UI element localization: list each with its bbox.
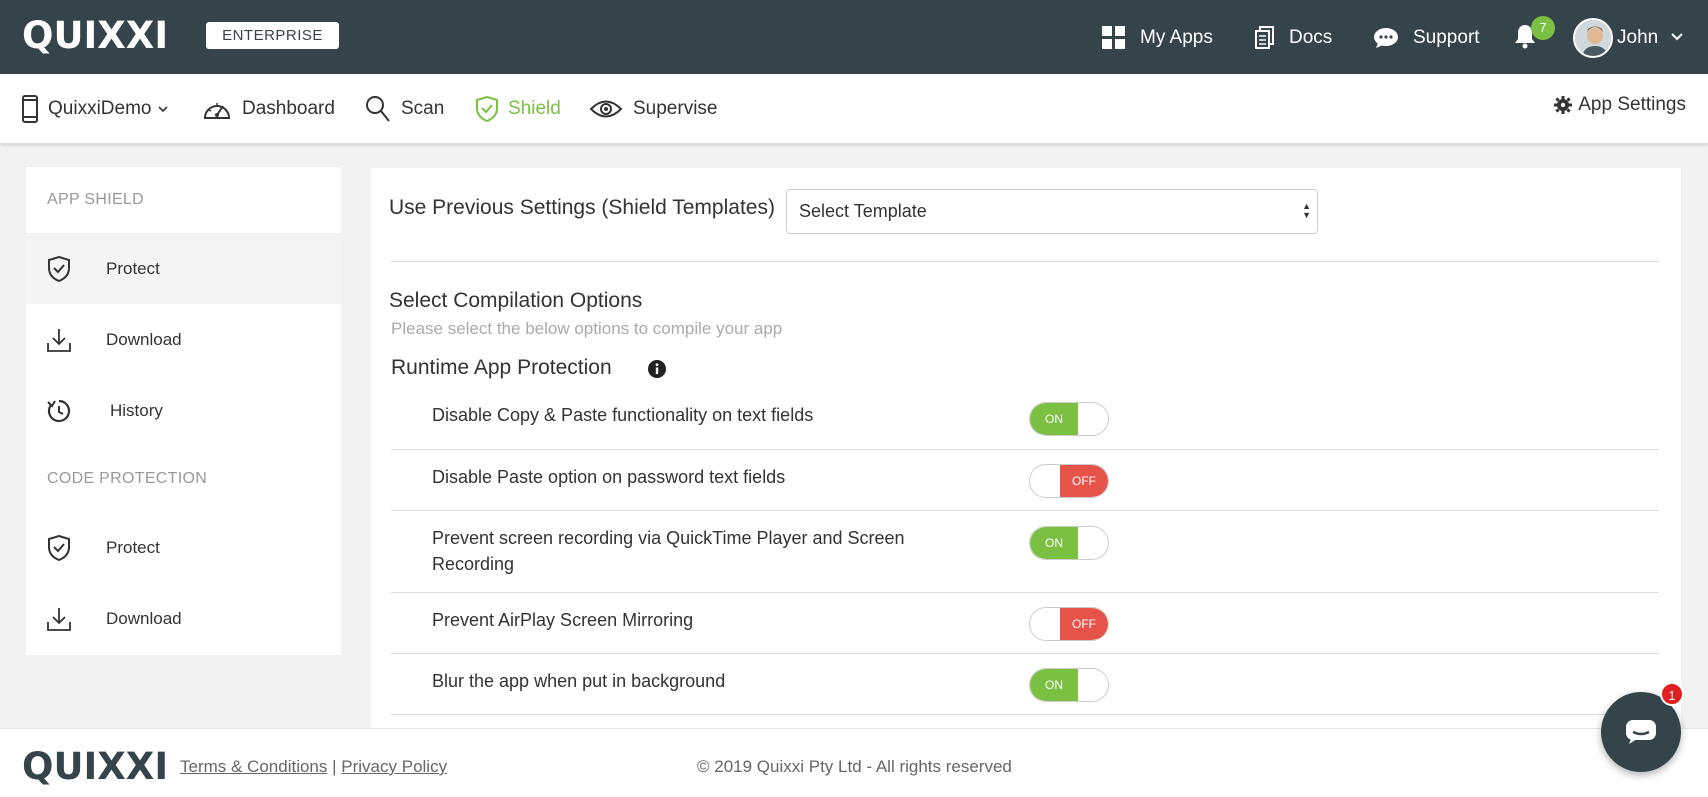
top-bar: QUIXXI ENTERPRISE My Apps Docs Support 7… bbox=[0, 0, 1708, 74]
sidebar-item-label: Download bbox=[106, 329, 182, 349]
option-toggle[interactable]: ON bbox=[1029, 668, 1109, 702]
sidebar-item-label: Protect bbox=[106, 258, 160, 278]
support-label: Support bbox=[1413, 27, 1480, 48]
toggle-state: OFF bbox=[1060, 608, 1108, 640]
my-apps-label: My Apps bbox=[1140, 27, 1213, 48]
template-select[interactable]: Select Template ▲ ▼ bbox=[786, 189, 1318, 234]
info-icon[interactable] bbox=[648, 360, 666, 378]
toggle-state: ON bbox=[1030, 527, 1078, 559]
support-link[interactable]: Support bbox=[1373, 22, 1480, 54]
download-icon bbox=[47, 607, 71, 631]
chat-bubble-icon bbox=[1374, 28, 1398, 48]
user-avatar-icon bbox=[1575, 20, 1611, 56]
user-name[interactable]: John bbox=[1617, 27, 1658, 49]
tab-scan[interactable]: Scan bbox=[365, 92, 444, 126]
privacy-link[interactable]: Privacy Policy bbox=[341, 757, 447, 776]
template-label: Use Previous Settings (Shield Templates) bbox=[389, 196, 775, 219]
option-toggle[interactable]: OFF bbox=[1029, 607, 1109, 641]
option-toggle[interactable]: OFF bbox=[1029, 464, 1109, 498]
shield-check-icon bbox=[48, 255, 70, 282]
shield-settings-panel: Use Previous Settings (Shield Templates)… bbox=[371, 168, 1681, 728]
option-label: Disable Copy & Paste functionality on te… bbox=[432, 405, 814, 425]
docs-icon bbox=[1255, 26, 1274, 49]
gear-icon bbox=[1554, 96, 1573, 114]
chat-icon bbox=[1626, 720, 1656, 744]
notification-count-badge: 7 bbox=[1531, 16, 1555, 40]
shield-check-icon bbox=[48, 534, 70, 561]
phone-icon bbox=[22, 95, 38, 123]
tab-dashboard[interactable]: Dashboard bbox=[202, 92, 335, 126]
runtime-protection-title: Runtime App Protection bbox=[391, 356, 612, 379]
sidebar-item-label: Download bbox=[106, 608, 182, 628]
copyright: © 2019 Quixxi Pty Ltd - All rights reser… bbox=[697, 757, 1012, 776]
select-arrows-icon: ▲ ▼ bbox=[1302, 201, 1311, 220]
divider bbox=[391, 592, 1659, 593]
sidebar-item-app-download[interactable]: Download bbox=[26, 304, 341, 375]
divider bbox=[391, 261, 1659, 262]
terms-link[interactable]: Terms & Conditions bbox=[180, 757, 327, 776]
tab-dashboard-label: Dashboard bbox=[242, 98, 335, 119]
toggle-state: OFF bbox=[1060, 465, 1108, 497]
tab-supervise[interactable]: Supervise bbox=[589, 92, 718, 126]
app-nav-bar: QuixxiDemo Dashboard Scan Shield Supervi… bbox=[0, 74, 1708, 144]
sidebar-item-code-protect[interactable]: Protect bbox=[26, 512, 341, 583]
shield-icon bbox=[476, 96, 498, 122]
grid-icon bbox=[1102, 26, 1125, 49]
sidebar-item-history[interactable]: History bbox=[26, 375, 341, 446]
footer-links: Terms & Conditions | Privacy Policy bbox=[180, 757, 447, 777]
app-selector-label: QuixxiDemo bbox=[48, 98, 152, 119]
tab-shield[interactable]: Shield bbox=[476, 92, 561, 126]
tab-shield-label: Shield bbox=[508, 98, 561, 119]
docs-label: Docs bbox=[1289, 27, 1333, 48]
sidebar-item-code-download[interactable]: Download bbox=[26, 583, 341, 654]
tab-supervise-label: Supervise bbox=[633, 98, 718, 119]
sidebar-item-label: History bbox=[110, 400, 163, 420]
footer: QUIXXI Terms & Conditions | Privacy Poli… bbox=[0, 728, 1708, 797]
option-label: Blur the app when put in background bbox=[432, 671, 726, 691]
sidebar: APP SHIELD Protect Download History CODE… bbox=[26, 167, 341, 655]
option-label: Prevent screen recording via QuickTime P… bbox=[432, 528, 905, 574]
history-icon bbox=[47, 399, 71, 422]
quixxi-logo[interactable]: QUIXXI bbox=[22, 14, 168, 57]
footer-logo[interactable]: QUIXXI bbox=[22, 745, 168, 788]
sidebar-heading-code-protection: CODE PROTECTION bbox=[47, 470, 208, 487]
chevron-down-icon[interactable] bbox=[1670, 30, 1684, 44]
divider bbox=[391, 714, 1659, 715]
template-select-value: Select Template bbox=[799, 201, 927, 221]
search-icon bbox=[366, 96, 390, 122]
edition-badge: ENTERPRISE bbox=[206, 22, 339, 49]
option-toggle[interactable]: ON bbox=[1029, 526, 1109, 560]
option-label: Disable Paste option on password text fi… bbox=[432, 467, 786, 487]
option-label: Prevent AirPlay Screen Mirroring bbox=[432, 610, 694, 630]
toggle-state: ON bbox=[1030, 669, 1078, 701]
app-settings-label: App Settings bbox=[1578, 94, 1686, 115]
eye-icon bbox=[589, 100, 623, 118]
speedometer-icon bbox=[203, 103, 231, 119]
divider bbox=[391, 653, 1659, 654]
compilation-title: Select Compilation Options bbox=[389, 289, 643, 312]
download-icon bbox=[47, 328, 71, 352]
sidebar-item-app-protect[interactable]: Protect bbox=[26, 233, 341, 304]
chat-unread-badge: 1 bbox=[1660, 682, 1684, 706]
chevron-down-icon bbox=[158, 106, 169, 113]
divider bbox=[391, 510, 1659, 511]
toggle-state: ON bbox=[1030, 403, 1078, 435]
my-apps-link[interactable]: My Apps bbox=[1102, 22, 1213, 54]
divider bbox=[391, 449, 1659, 450]
sidebar-item-label: Protect bbox=[106, 537, 160, 557]
compilation-subtitle: Please select the below options to compi… bbox=[391, 319, 783, 338]
footer-separator: | bbox=[332, 757, 337, 776]
docs-link[interactable]: Docs bbox=[1255, 22, 1332, 54]
app-settings-link[interactable]: App Settings bbox=[1554, 94, 1686, 116]
sidebar-heading-app-shield: APP SHIELD bbox=[47, 191, 144, 208]
app-selector[interactable]: QuixxiDemo bbox=[22, 92, 169, 126]
option-toggle[interactable]: ON bbox=[1029, 402, 1109, 436]
avatar[interactable] bbox=[1573, 18, 1613, 58]
tab-scan-label: Scan bbox=[401, 98, 445, 119]
